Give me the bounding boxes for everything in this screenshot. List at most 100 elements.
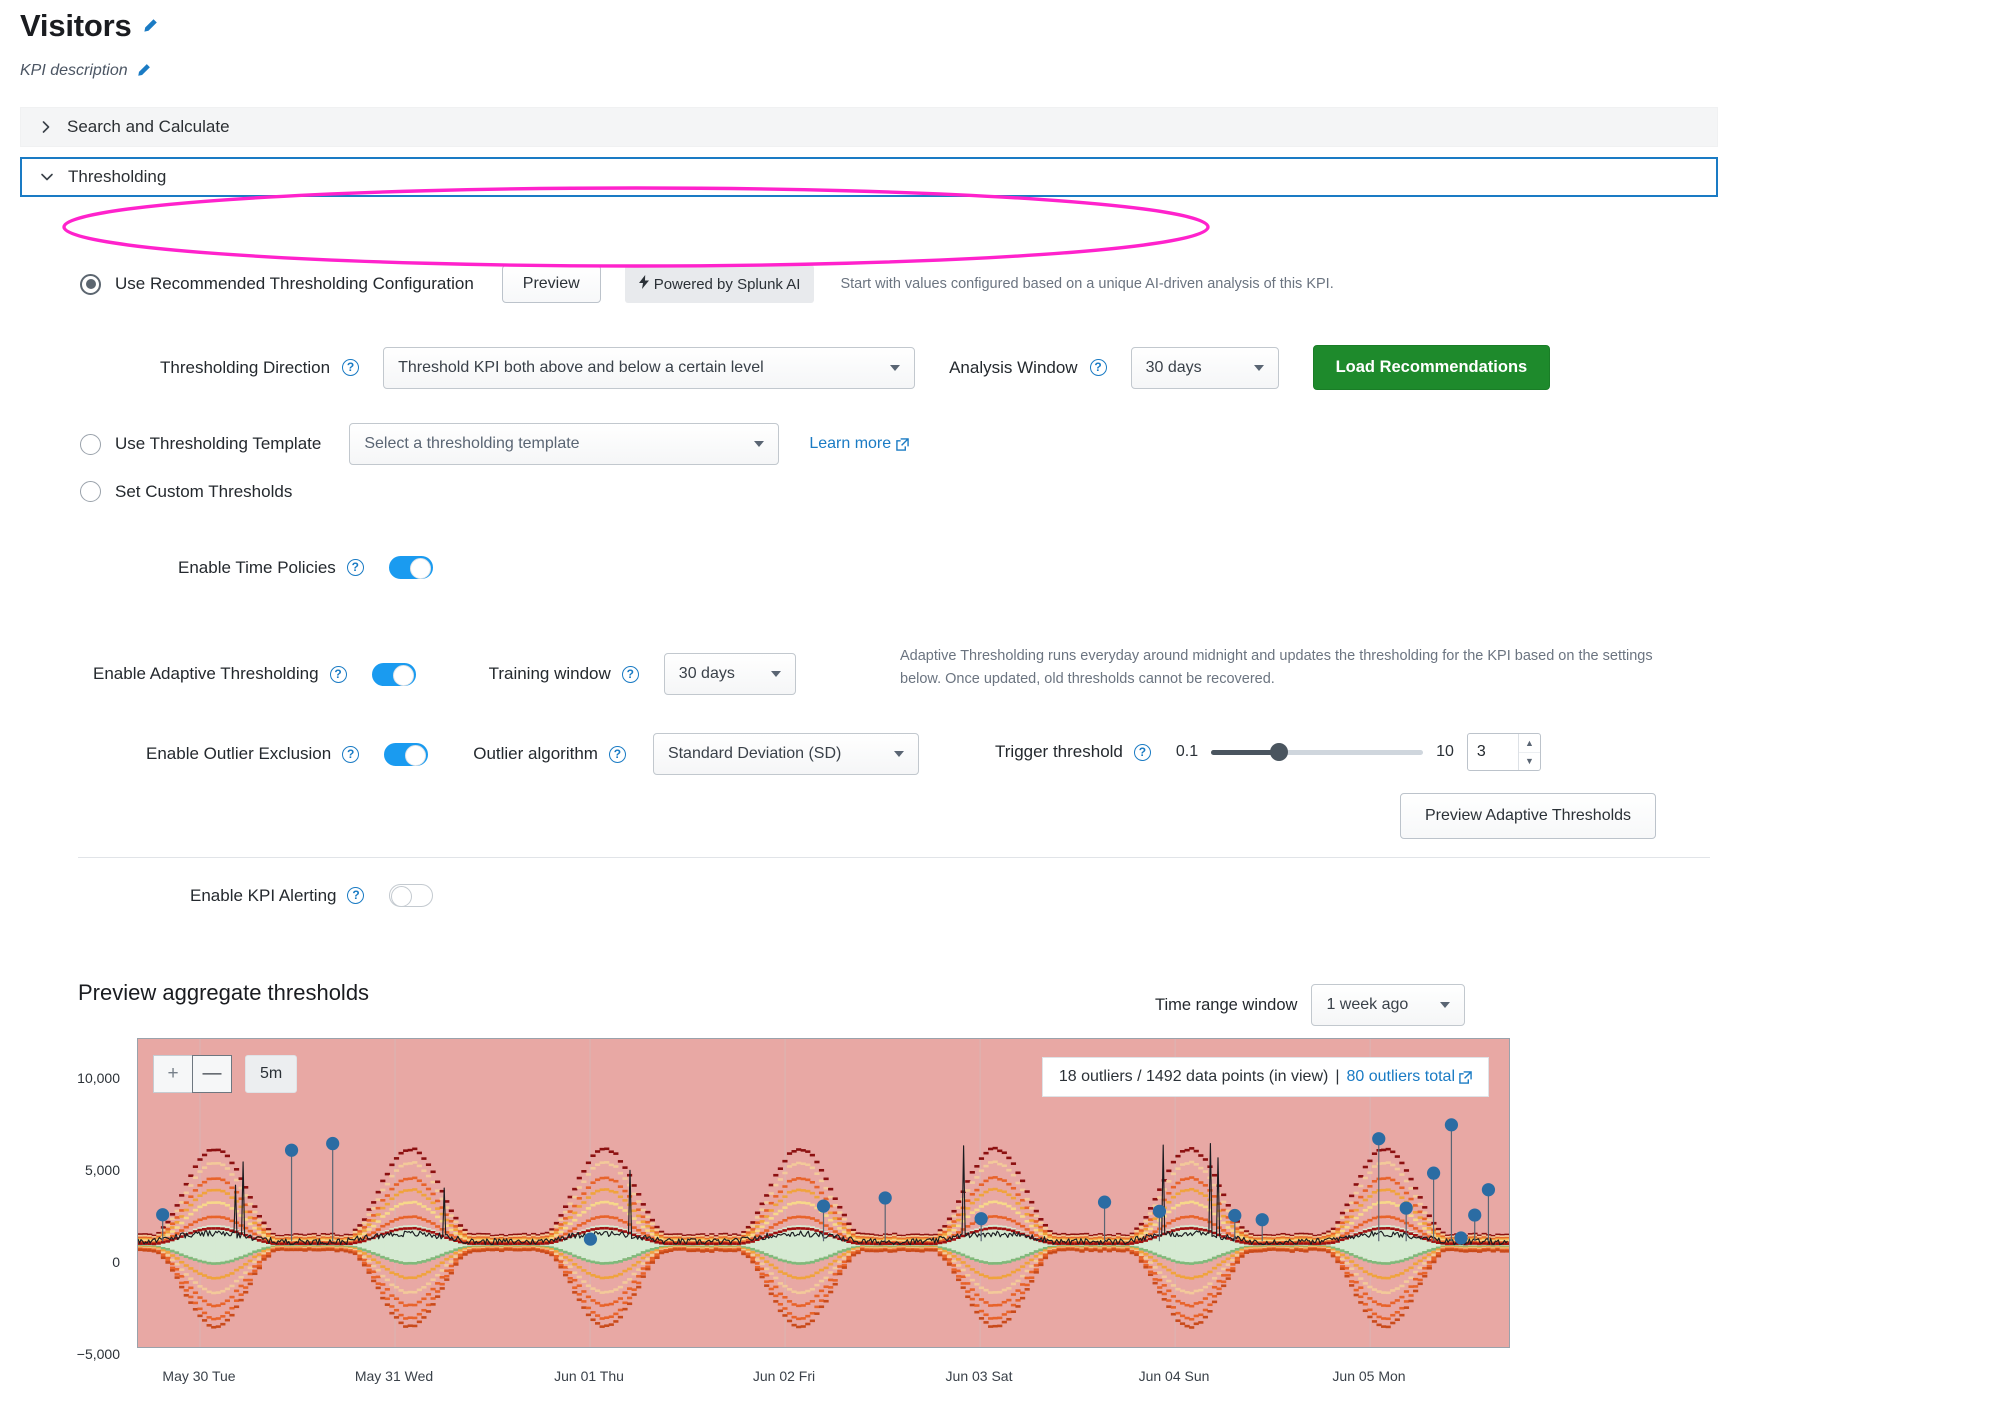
option-label-custom: Set Custom Thresholds	[115, 482, 292, 502]
radio-use-recommended[interactable]	[80, 274, 101, 295]
thresholding-template-select[interactable]: Select a thresholding template	[349, 423, 779, 465]
stepper-arrows[interactable]: ▲ ▼	[1518, 734, 1540, 770]
question-mark-icon[interactable]: ?	[1090, 359, 1107, 376]
analysis-window-select[interactable]: 30 days	[1131, 347, 1279, 389]
training-window-select[interactable]: 30 days	[664, 653, 796, 695]
x-tick-label: Jun 03 Sat	[946, 1368, 1013, 1384]
chevron-down-icon	[1440, 1002, 1450, 1008]
external-link-icon	[896, 438, 909, 451]
pencil-icon[interactable]	[142, 18, 158, 34]
option-label-recommended: Use Recommended Thresholding Configurati…	[115, 274, 474, 294]
preview-threshold-chart[interactable]: + — 5m 18 outliers / 1492 data points (i…	[137, 1038, 1510, 1348]
question-mark-icon[interactable]: ?	[342, 359, 359, 376]
adaptive-thresholding-description: Adaptive Thresholding runs everyday arou…	[900, 645, 1690, 692]
accordion-search-label: Search and Calculate	[67, 117, 230, 137]
lightning-bolt-icon	[639, 275, 650, 293]
training-window-value: 30 days	[679, 665, 735, 683]
accordion-search-and-calculate[interactable]: Search and Calculate	[20, 107, 1718, 147]
enable-outlier-toggle[interactable]	[384, 743, 428, 766]
question-mark-icon[interactable]: ?	[347, 887, 364, 904]
preview-section-title: Preview aggregate thresholds	[78, 980, 369, 1006]
trigger-threshold-row: Trigger threshold ? 0.1 10 3 ▲ ▼	[995, 733, 1541, 771]
zoom-button-group: + —	[153, 1055, 232, 1093]
trigger-threshold-slider[interactable]	[1211, 750, 1423, 755]
chevron-down-icon	[1254, 365, 1264, 371]
divider	[78, 857, 1710, 858]
trigger-threshold-label: Trigger threshold	[995, 742, 1123, 762]
enable-adaptive-thresholding-row: Enable Adaptive Thresholding ? Training …	[93, 653, 796, 695]
option-label-template: Use Thresholding Template	[115, 434, 321, 454]
enable-adaptive-toggle[interactable]	[372, 663, 416, 686]
question-mark-icon[interactable]: ?	[1134, 744, 1151, 761]
slider-fill	[1211, 750, 1279, 755]
chevron-down-icon	[894, 751, 904, 757]
thresholding-direction-row: Thresholding Direction ? Threshold KPI b…	[160, 345, 1550, 390]
radio-use-template[interactable]	[80, 434, 101, 455]
accordion-thresholding[interactable]: Thresholding	[20, 157, 1718, 197]
preview-adaptive-thresholds-button[interactable]: Preview Adaptive Thresholds	[1400, 793, 1656, 839]
kpi-description: KPI description	[20, 62, 152, 80]
x-tick-label: Jun 01 Thu	[554, 1368, 624, 1384]
page-title: Visitors	[20, 8, 158, 44]
thresholding-direction-select[interactable]: Threshold KPI both above and below a cer…	[383, 347, 915, 389]
ai-hint-text: Start with values configured based on a …	[840, 276, 1333, 292]
y-tick-label: 0	[112, 1254, 120, 1270]
x-tick-label: May 30 Tue	[162, 1368, 235, 1384]
enable-adaptive-label: Enable Adaptive Thresholding	[93, 664, 319, 684]
outliers-total-link[interactable]: 80 outliers total	[1346, 1068, 1472, 1086]
y-tick-label: 5,000	[85, 1162, 120, 1178]
pencil-icon[interactable]	[136, 63, 152, 79]
x-tick-label: Jun 04 Sun	[1139, 1368, 1210, 1384]
question-mark-icon[interactable]: ?	[347, 559, 364, 576]
enable-time-policies-toggle[interactable]	[389, 556, 433, 579]
learn-more-label: Learn more	[809, 435, 891, 453]
zoom-in-button[interactable]: +	[153, 1055, 193, 1093]
y-tick-label: 10,000	[77, 1070, 120, 1086]
chevron-down-icon	[40, 170, 54, 184]
x-tick-label: Jun 02 Fri	[753, 1368, 815, 1384]
chart-span-button[interactable]: 5m	[245, 1055, 297, 1093]
kpi-title-text: Visitors	[20, 8, 132, 44]
enable-outlier-label: Enable Outlier Exclusion	[146, 744, 331, 764]
chart-y-axis: 10,000 5,000 0 −5,000	[0, 1038, 130, 1348]
y-tick-label: −5,000	[77, 1346, 120, 1362]
thresholding-template-value: Select a thresholding template	[364, 435, 579, 453]
outlier-algorithm-value: Standard Deviation (SD)	[668, 745, 841, 763]
thresholding-direction-label: Thresholding Direction	[160, 358, 330, 378]
zoom-out-button[interactable]: —	[192, 1055, 232, 1093]
time-range-window-row: Time range window 1 week ago	[1155, 984, 1465, 1026]
chart-x-axis: May 30 Tue May 31 Wed Jun 01 Thu Jun 02 …	[137, 1368, 1510, 1394]
banner-separator: |	[1335, 1068, 1339, 1086]
outliers-in-view-text: 18 outliers / 1492 data points (in view)	[1059, 1068, 1328, 1086]
analysis-window-label: Analysis Window	[949, 358, 1078, 378]
chevron-down-icon	[754, 441, 764, 447]
preview-button[interactable]: Preview	[502, 265, 601, 303]
time-range-window-label: Time range window	[1155, 996, 1297, 1015]
outliers-total-text: 80 outliers total	[1346, 1068, 1455, 1086]
question-mark-icon[interactable]: ?	[622, 666, 639, 683]
training-window-label: Training window	[489, 664, 611, 684]
option-row-recommended: Use Recommended Thresholding Configurati…	[80, 265, 1334, 303]
enable-kpi-alerting-toggle[interactable]	[389, 884, 433, 907]
radio-set-custom-thresholds[interactable]	[80, 481, 101, 502]
enable-kpi-alerting-row: Enable KPI Alerting ?	[190, 884, 433, 907]
question-mark-icon[interactable]: ?	[342, 746, 359, 763]
load-recommendations-button[interactable]: Load Recommendations	[1313, 345, 1551, 390]
trigger-threshold-value: 3	[1468, 734, 1518, 770]
time-range-window-select[interactable]: 1 week ago	[1311, 984, 1465, 1026]
trigger-threshold-stepper[interactable]: 3 ▲ ▼	[1467, 733, 1541, 771]
enable-outlier-exclusion-row: Enable Outlier Exclusion ? Outlier algor…	[146, 733, 919, 775]
stepper-down-icon[interactable]: ▼	[1519, 753, 1540, 771]
learn-more-link[interactable]: Learn more	[809, 435, 909, 453]
x-tick-label: Jun 05 Mon	[1332, 1368, 1405, 1384]
outlier-algorithm-select[interactable]: Standard Deviation (SD)	[653, 733, 919, 775]
x-tick-label: May 31 Wed	[355, 1368, 433, 1384]
stepper-up-icon[interactable]: ▲	[1519, 734, 1540, 753]
chevron-right-icon	[39, 120, 53, 134]
chevron-down-icon	[890, 365, 900, 371]
enable-kpi-alerting-label: Enable KPI Alerting	[190, 886, 336, 906]
enable-time-policies-label: Enable Time Policies	[178, 558, 336, 578]
question-mark-icon[interactable]: ?	[609, 746, 626, 763]
slider-knob[interactable]	[1270, 743, 1288, 761]
question-mark-icon[interactable]: ?	[330, 666, 347, 683]
